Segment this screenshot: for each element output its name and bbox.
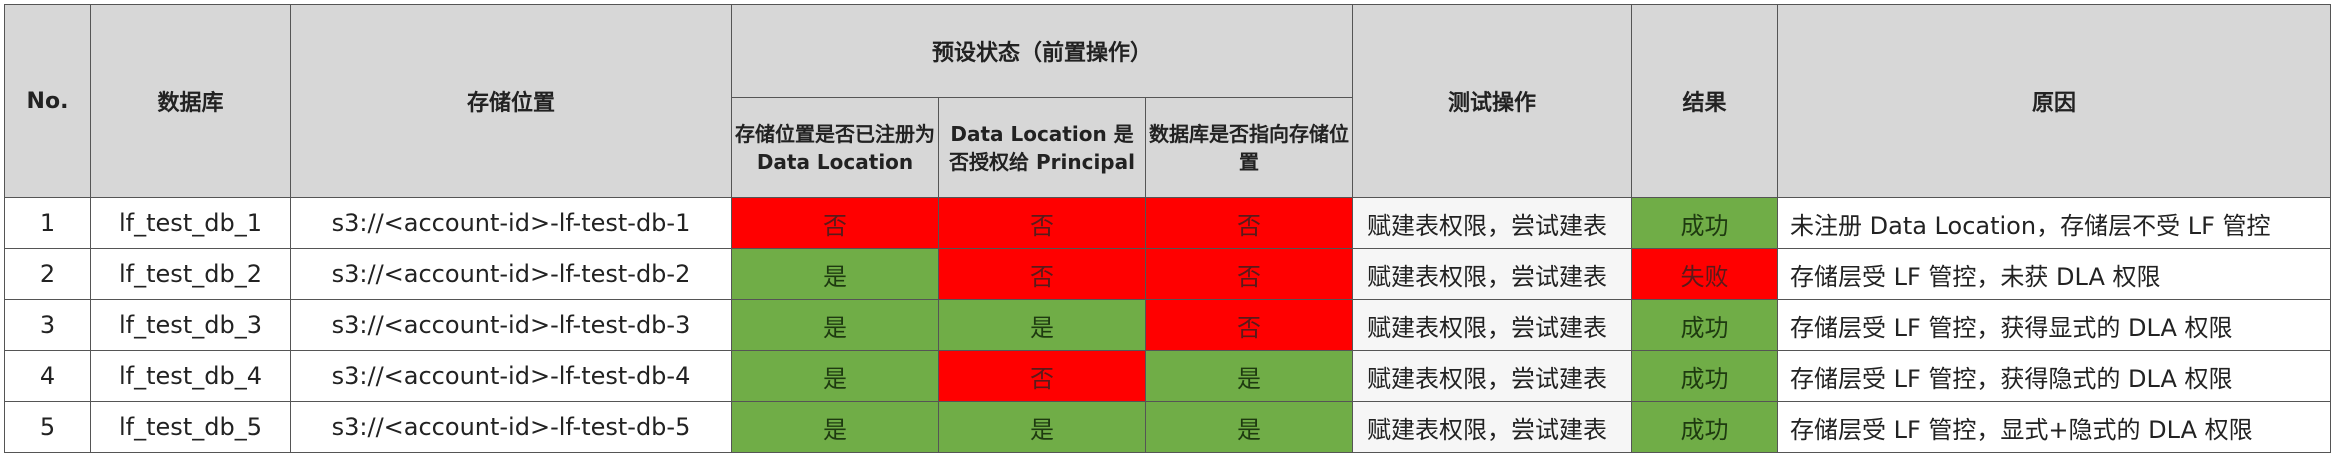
cell-location: s3://<account-id>-lf-test-db-1 [290, 197, 732, 249]
table-header: No. 数据库 存储位置 预设状态（前置操作） 测试操作 结果 原因 存储位置是… [4, 4, 2331, 198]
header-preset-group: 预设状态（前置操作） [731, 4, 1353, 98]
cell-database: lf_test_db_5 [90, 401, 291, 453]
cell-result: 成功 [1631, 350, 1778, 402]
cell-location: s3://<account-id>-lf-test-db-2 [290, 248, 732, 300]
cell-reason: 存储层受 LF 管控，显式+隐式的 DLA 权限 [1777, 401, 2331, 453]
cell-test-op: 赋建表权限，尝试建表 [1352, 401, 1632, 453]
table-row: 1 lf_test_db_1 s3://<account-id>-lf-test… [4, 197, 2331, 249]
cell-location: s3://<account-id>-lf-test-db-4 [290, 350, 732, 402]
table-row: 3 lf_test_db_3 s3://<account-id>-lf-test… [4, 299, 2331, 351]
cell-test-op: 赋建表权限，尝试建表 [1352, 248, 1632, 300]
cell-test-op: 赋建表权限，尝试建表 [1352, 197, 1632, 249]
cell-result: 成功 [1631, 401, 1778, 453]
cell-no: 5 [4, 401, 91, 453]
header-no: No. [4, 4, 91, 198]
cell-registered: 是 [731, 248, 939, 300]
table-row: 4 lf_test_db_4 s3://<account-id>-lf-test… [4, 350, 2331, 402]
cell-registered: 是 [731, 401, 939, 453]
cell-granted: 否 [938, 197, 1146, 249]
table-body: 1 lf_test_db_1 s3://<account-id>-lf-test… [4, 197, 2331, 453]
table-row: 5 lf_test_db_5 s3://<account-id>-lf-test… [4, 401, 2331, 453]
table-row: 2 lf_test_db_2 s3://<account-id>-lf-test… [4, 248, 2331, 300]
cell-reason: 存储层受 LF 管控，获得显式的 DLA 权限 [1777, 299, 2331, 351]
cell-result: 失败 [1631, 248, 1778, 300]
cell-reason: 存储层受 LF 管控，获得隐式的 DLA 权限 [1777, 350, 2331, 402]
cell-database: lf_test_db_3 [90, 299, 291, 351]
results-table-container: No. 数据库 存储位置 预设状态（前置操作） 测试操作 结果 原因 存储位置是… [4, 4, 2331, 453]
header-test-op: 测试操作 [1352, 4, 1632, 198]
cell-db-points: 是 [1145, 401, 1353, 453]
cell-granted: 否 [938, 350, 1146, 402]
cell-test-op: 赋建表权限，尝试建表 [1352, 350, 1632, 402]
cell-result: 成功 [1631, 299, 1778, 351]
cell-location: s3://<account-id>-lf-test-db-3 [290, 299, 732, 351]
cell-granted: 是 [938, 299, 1146, 351]
cell-database: lf_test_db_2 [90, 248, 291, 300]
cell-result: 成功 [1631, 197, 1778, 249]
header-result: 结果 [1631, 4, 1778, 198]
header-database: 数据库 [90, 4, 291, 198]
header-preset-db-points: 数据库是否指向存储位置 [1145, 97, 1353, 198]
header-preset-granted: Data Location 是否授权给 Principal [938, 97, 1146, 198]
cell-location: s3://<account-id>-lf-test-db-5 [290, 401, 732, 453]
header-location: 存储位置 [290, 4, 732, 198]
cell-database: lf_test_db_4 [90, 350, 291, 402]
cell-granted: 否 [938, 248, 1146, 300]
cell-database: lf_test_db_1 [90, 197, 291, 249]
cell-db-points: 是 [1145, 350, 1353, 402]
results-table: No. 数据库 存储位置 预设状态（前置操作） 测试操作 结果 原因 存储位置是… [4, 4, 2331, 453]
cell-granted: 是 [938, 401, 1146, 453]
header-reason: 原因 [1777, 4, 2331, 198]
cell-db-points: 否 [1145, 197, 1353, 249]
cell-no: 2 [4, 248, 91, 300]
cell-registered: 是 [731, 299, 939, 351]
cell-no: 3 [4, 299, 91, 351]
cell-db-points: 否 [1145, 299, 1353, 351]
cell-no: 1 [4, 197, 91, 249]
cell-no: 4 [4, 350, 91, 402]
header-preset-registered: 存储位置是否已注册为Data Location [731, 97, 939, 198]
cell-registered: 否 [731, 197, 939, 249]
cell-registered: 是 [731, 350, 939, 402]
cell-reason: 存储层受 LF 管控，未获 DLA 权限 [1777, 248, 2331, 300]
cell-reason: 未注册 Data Location，存储层不受 LF 管控 [1777, 197, 2331, 249]
cell-db-points: 否 [1145, 248, 1353, 300]
cell-test-op: 赋建表权限，尝试建表 [1352, 299, 1632, 351]
